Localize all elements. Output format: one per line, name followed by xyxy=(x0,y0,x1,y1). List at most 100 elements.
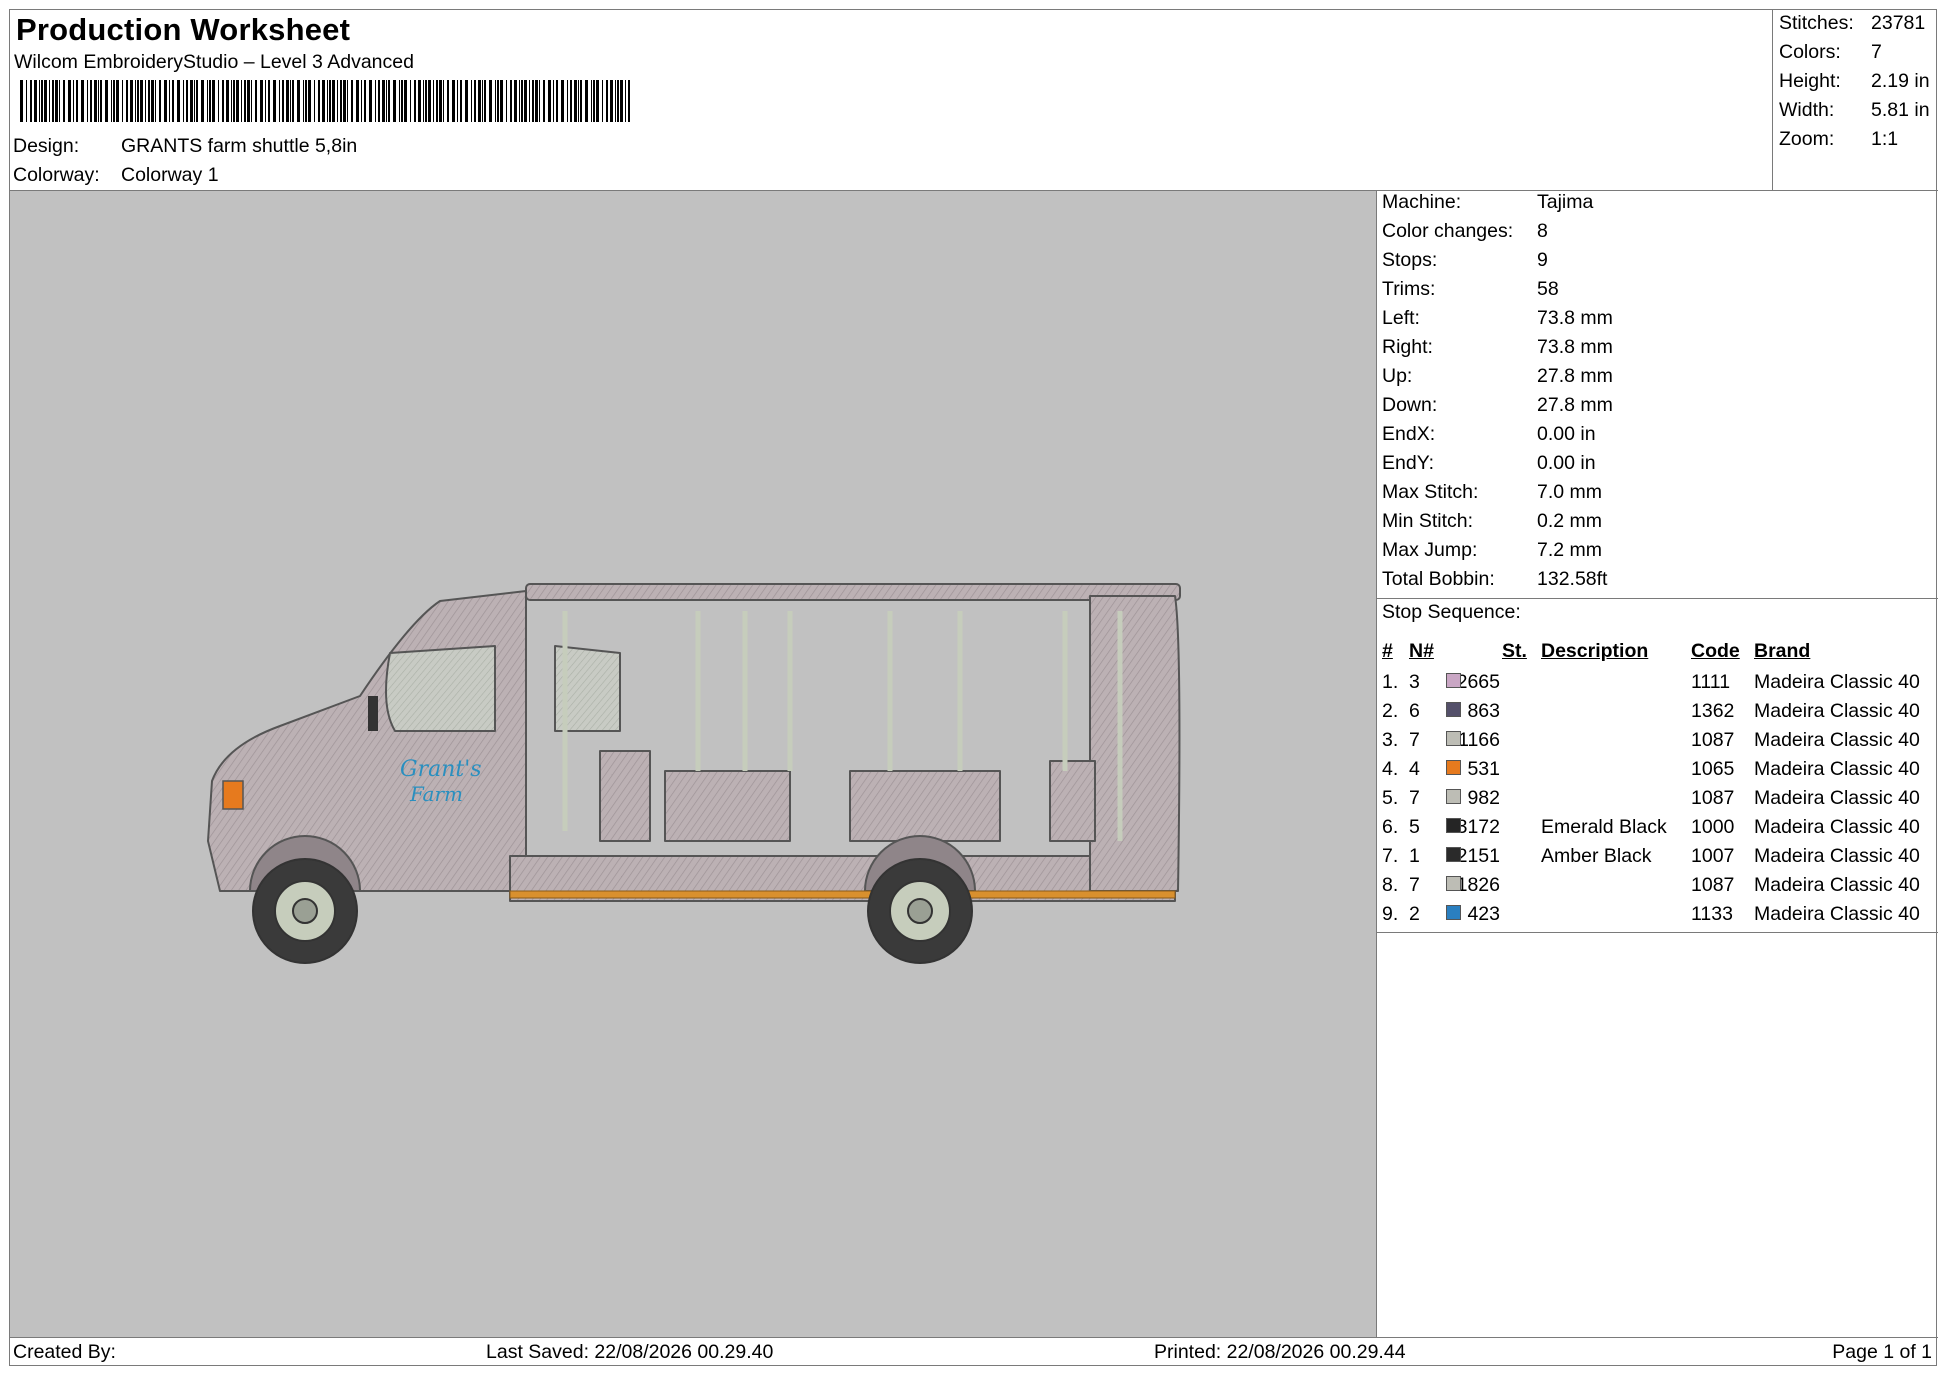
production-worksheet: Production Worksheet Wilcom EmbroiderySt… xyxy=(9,9,1938,1366)
info-label: Min Stitch: xyxy=(1382,510,1474,532)
row-number: 6. xyxy=(1382,816,1399,838)
stat-label: Stitches: xyxy=(1779,12,1854,34)
table-row: 8. 7 1826 1087 Madeira Classic 40 xyxy=(1377,872,1938,900)
shuttle-embroidery-image: Grant's Farm xyxy=(207,583,1181,964)
info-label: Color changes: xyxy=(1382,220,1514,242)
created-by: Created By: xyxy=(13,1341,116,1363)
stop-sequence-header: # N# St. Description Code Brand xyxy=(1377,640,1938,668)
row-code: 1087 xyxy=(1691,874,1735,896)
colorway-name: Colorway 1 xyxy=(121,164,219,186)
table-row: 5. 7 982 1087 Madeira Classic 40 xyxy=(1377,785,1938,813)
stop-sequence-title: Stop Sequence: xyxy=(1382,601,1521,623)
color-swatch xyxy=(1446,847,1461,862)
stat-value: 5.81 in xyxy=(1871,99,1930,121)
stat-label: Height: xyxy=(1779,70,1841,92)
col-description: Description xyxy=(1541,640,1649,662)
row-number: 5. xyxy=(1382,787,1399,809)
table-row: 6. 5 3172 Emerald Black 1000 Madeira Classic … xyxy=(1377,814,1938,842)
info-total-bobbin: Total Bobbin: 132.58ft xyxy=(1382,568,1607,591)
row-stitches: 1166 xyxy=(1458,729,1500,751)
table-row: 2. 6 863 1362 Madeira Classic 40 xyxy=(1377,698,1938,726)
stat-stitches: Stitches: 23781 xyxy=(1779,12,1925,35)
row-code: 1000 xyxy=(1691,816,1735,838)
info-value: 73.8 mm xyxy=(1537,336,1613,358)
info-label: EndY: xyxy=(1382,452,1435,474)
stat-width: Width: 5.81 in xyxy=(1779,99,1930,122)
row-code: 1087 xyxy=(1691,729,1735,751)
stat-label: Zoom: xyxy=(1779,128,1835,150)
row-description: Emerald Black xyxy=(1541,816,1667,838)
row-brand: Madeira Classic 40 xyxy=(1754,787,1920,809)
row-needle: 4 xyxy=(1409,758,1420,780)
logo-text-line-1: Grant's xyxy=(400,757,482,782)
info-label: Up: xyxy=(1382,365,1413,387)
info-endy: EndY: 0.00 in xyxy=(1382,452,1596,475)
info-value: 27.8 mm xyxy=(1537,394,1613,416)
row-brand: Madeira Classic 40 xyxy=(1754,816,1920,838)
info-label: Machine: xyxy=(1382,191,1462,213)
info-label: Trims: xyxy=(1382,278,1436,300)
info-label: Max Stitch: xyxy=(1382,481,1479,503)
row-brand: Madeira Classic 40 xyxy=(1754,671,1920,693)
row-number: 9. xyxy=(1382,903,1399,925)
info-label: Left: xyxy=(1382,307,1420,329)
color-swatch xyxy=(1446,905,1461,920)
info-color-changes: Color changes: 8 xyxy=(1382,220,1548,243)
row-stitches: 863 xyxy=(1467,700,1500,722)
row-code: 1087 xyxy=(1691,787,1735,809)
row-number: 3. xyxy=(1382,729,1399,751)
row-brand: Madeira Classic 40 xyxy=(1754,903,1920,925)
row-stitches: 982 xyxy=(1467,787,1500,809)
machine-info-panel: Machine: Tajima Color changes: 8 Stops: 9 T… xyxy=(1377,191,1938,1337)
barcode xyxy=(20,80,630,122)
design-row: Design: GRANTS farm shuttle 5,8in xyxy=(10,135,610,161)
info-min-stitch: Min Stitch: 0.2 mm xyxy=(1382,510,1602,533)
col-code: Code xyxy=(1691,640,1740,662)
row-needle: 1 xyxy=(1409,845,1420,867)
info-value: 7.0 mm xyxy=(1537,481,1603,503)
info-value: 7.2 mm xyxy=(1537,539,1603,561)
row-number: 7. xyxy=(1382,845,1399,867)
stat-label: Colors: xyxy=(1779,41,1841,63)
info-value: 0.00 in xyxy=(1537,423,1596,445)
stat-height: Height: 2.19 in xyxy=(1779,70,1930,93)
col-needle: N# xyxy=(1409,640,1434,662)
info-max-stitch: Max Stitch: 7.0 mm xyxy=(1382,481,1602,504)
info-label: Stops: xyxy=(1382,249,1438,271)
row-code: 1111 xyxy=(1691,671,1731,693)
table-row: 3. 7 1166 1087 Madeira Classic 40 xyxy=(1377,727,1938,755)
row-number: 4. xyxy=(1382,758,1399,780)
logo-text-line-2: Farm xyxy=(409,782,463,806)
printed-date: Printed: 22/08/2026 00.29.44 xyxy=(1154,1341,1406,1363)
row-stitches: 3172 xyxy=(1456,816,1500,838)
page-title: Production Worksheet xyxy=(16,12,351,47)
table-row: 9. 2 423 1133 Madeira Classic 40 xyxy=(1377,901,1938,929)
stat-colors: Colors: 7 xyxy=(1779,41,1882,64)
row-code: 1065 xyxy=(1691,758,1735,780)
row-needle: 7 xyxy=(1409,874,1420,896)
info-label: Max Jump: xyxy=(1382,539,1478,561)
table-row: 7. 1 2151 Amber Black 1007 Madeira Classic 40 xyxy=(1377,843,1938,871)
row-needle: 3 xyxy=(1409,671,1420,693)
table-row: 4. 4 531 1065 Madeira Classic 40 xyxy=(1377,756,1938,784)
row-brand: Madeira Classic 40 xyxy=(1754,845,1920,867)
design-name: GRANTS farm shuttle 5,8in xyxy=(121,135,358,157)
color-swatch xyxy=(1446,673,1461,688)
row-code: 1007 xyxy=(1691,845,1735,867)
color-swatch xyxy=(1446,818,1461,833)
design-label: Design: xyxy=(13,135,80,157)
colorway-label: Colorway: xyxy=(13,164,100,186)
stat-value: 23781 xyxy=(1871,12,1926,34)
panel-divider xyxy=(1377,598,1938,599)
color-swatch xyxy=(1446,702,1461,717)
info-trims: Trims: 58 xyxy=(1382,278,1559,301)
stat-value: 1:1 xyxy=(1871,128,1899,150)
info-value: 9 xyxy=(1537,249,1548,271)
info-value: 132.58ft xyxy=(1537,568,1608,590)
info-endx: EndX: 0.00 in xyxy=(1382,423,1596,446)
last-saved: Last Saved: 22/08/2026 00.29.40 xyxy=(486,1341,774,1363)
col-num: # xyxy=(1382,640,1393,662)
design-preview: Grant's Farm xyxy=(10,191,1377,1337)
row-needle: 7 xyxy=(1409,787,1420,809)
info-value: Tajima xyxy=(1537,191,1594,213)
